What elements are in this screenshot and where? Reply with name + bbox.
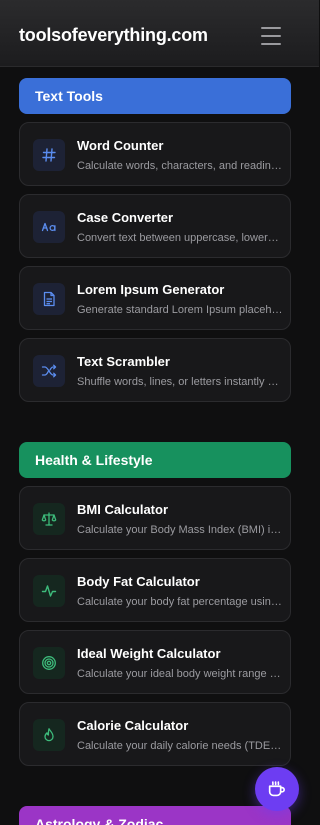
tool-name: Text Scrambler bbox=[77, 354, 170, 369]
section-header-astrology-zodiac: Astrology & Zodiac bbox=[19, 806, 291, 825]
tool-name: Word Counter bbox=[77, 138, 164, 153]
tool-card-calorie-calculator[interactable]: Calorie Calculator Calculate your daily … bbox=[19, 702, 291, 766]
tool-description: Convert text between uppercase, lowercas… bbox=[77, 232, 283, 244]
section-header-health-lifestyle: Health & Lifestyle bbox=[19, 442, 291, 478]
tool-card-body-fat-calculator[interactable]: Body Fat Calculator Calculate your body … bbox=[19, 558, 291, 622]
activity-icon bbox=[33, 575, 65, 607]
shuffle-icon bbox=[33, 355, 65, 387]
tool-card-case-converter[interactable]: Case Converter Convert text between uppe… bbox=[19, 194, 291, 258]
site-logo-text[interactable]: toolsofeverything.com bbox=[19, 25, 208, 46]
tool-card-lorem-ipsum-generator[interactable]: Lorem Ipsum Generator Generate standard … bbox=[19, 266, 291, 330]
buy-me-a-coffee-button[interactable] bbox=[255, 767, 299, 811]
target-icon bbox=[33, 647, 65, 679]
tool-name: Calorie Calculator bbox=[77, 718, 189, 733]
section-header-text-tools: Text Tools bbox=[19, 78, 291, 114]
coffee-cup-icon bbox=[268, 781, 285, 797]
tool-description: Shuffle words, lines, or letters instant… bbox=[77, 376, 283, 388]
tool-description: Calculate your body fat percentage using… bbox=[77, 596, 283, 608]
scale-icon bbox=[33, 503, 65, 535]
hash-icon bbox=[33, 139, 65, 171]
tool-card-text-scrambler[interactable]: Text Scrambler Shuffle words, lines, or … bbox=[19, 338, 291, 402]
tool-name: Ideal Weight Calculator bbox=[77, 646, 221, 661]
tool-name: Body Fat Calculator bbox=[77, 574, 200, 589]
tool-description: Calculate your Body Mass Index (BMI) ins… bbox=[77, 524, 283, 536]
tool-description: Calculate your ideal body weight range i… bbox=[77, 668, 283, 680]
tool-card-bmi-calculator[interactable]: BMI Calculator Calculate your Body Mass … bbox=[19, 486, 291, 550]
tool-description: Calculate words, characters, and reading… bbox=[77, 160, 283, 172]
flame-icon bbox=[33, 719, 65, 751]
tool-description: Calculate your daily calorie needs (TDEE… bbox=[77, 740, 283, 752]
tool-name: Lorem Ipsum Generator bbox=[77, 282, 225, 297]
tool-name: BMI Calculator bbox=[77, 502, 169, 517]
tool-card-word-counter[interactable]: Word Counter Calculate words, characters… bbox=[19, 122, 291, 186]
tool-name: Case Converter bbox=[77, 210, 174, 225]
tool-card-ideal-weight-calculator[interactable]: Ideal Weight Calculator Calculate your i… bbox=[19, 630, 291, 694]
text-case-icon bbox=[33, 211, 65, 243]
document-icon bbox=[33, 283, 65, 315]
tool-description: Generate standard Lorem Ipsum placeholde… bbox=[77, 304, 283, 316]
hamburger-icon[interactable] bbox=[258, 24, 284, 48]
site-header: toolsofeverything.com bbox=[0, 0, 319, 67]
